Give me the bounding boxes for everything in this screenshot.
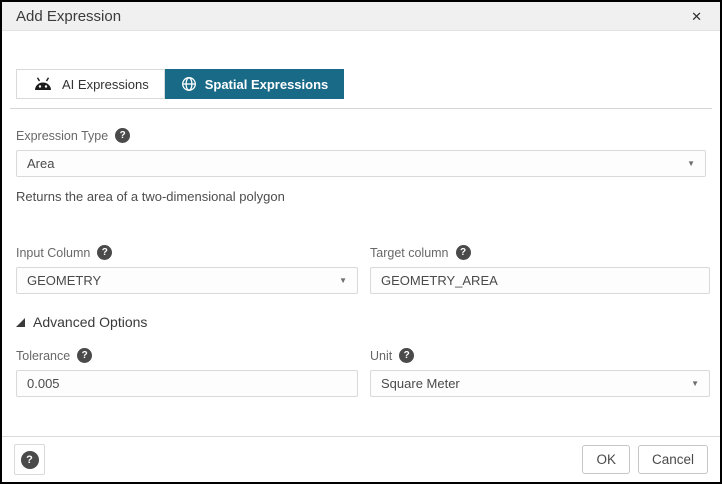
column-fields-row: Input Column ? GEOMETRY ▼ Target column … — [16, 245, 706, 294]
help-icon[interactable]: ? — [456, 245, 471, 260]
expression-description: Returns the area of a two-dimensional po… — [16, 189, 706, 204]
cancel-button[interactable]: Cancel — [638, 445, 708, 474]
advanced-options-label: Advanced Options — [33, 314, 147, 330]
ok-button[interactable]: OK — [582, 445, 630, 474]
chevron-down-icon: ▼ — [687, 159, 695, 168]
unit-field: Unit ? Square Meter ▼ — [370, 348, 710, 397]
expression-tabs: AI Expressions Spatial Expressions — [16, 69, 706, 99]
dialog-footer: ? OK Cancel — [2, 436, 720, 482]
expression-type-select[interactable]: Area ▼ — [16, 150, 706, 177]
help-icon[interactable]: ? — [97, 245, 112, 260]
ai-robot-icon — [32, 77, 54, 91]
tab-label: Spatial Expressions — [205, 77, 329, 92]
help-icon[interactable]: ? — [77, 348, 92, 363]
tolerance-input[interactable] — [16, 370, 358, 397]
help-icon[interactable]: ? — [115, 128, 130, 143]
advanced-fields-row: Tolerance ? Unit ? Square Meter ▼ — [16, 348, 706, 397]
input-column-select[interactable]: GEOMETRY ▼ — [16, 267, 358, 294]
unit-label: Unit — [370, 349, 392, 363]
tab-ai-expressions[interactable]: AI Expressions — [16, 69, 165, 99]
expression-type-value: Area — [27, 156, 54, 171]
dialog-titlebar: Add Expression ✕ — [2, 2, 720, 31]
help-icon: ? — [21, 451, 39, 469]
footer-actions: OK Cancel — [582, 445, 708, 474]
tab-label: AI Expressions — [62, 77, 149, 92]
globe-icon — [181, 76, 197, 92]
expression-type-field: Expression Type ? Area ▼ — [16, 128, 706, 177]
tolerance-label: Tolerance — [16, 349, 70, 363]
dialog-body: AI Expressions Spatial Expressions Expre… — [2, 31, 720, 436]
input-column-value: GEOMETRY — [27, 273, 101, 288]
input-column-field: Input Column ? GEOMETRY ▼ — [16, 245, 358, 294]
add-expression-dialog: Add Expression ✕ AI Expressions — [0, 0, 722, 484]
target-column-field: Target column ? — [370, 245, 710, 294]
help-button[interactable]: ? — [14, 444, 45, 475]
tolerance-field: Tolerance ? — [16, 348, 358, 397]
advanced-options-toggle[interactable]: Advanced Options — [16, 314, 706, 330]
unit-value: Square Meter — [381, 376, 460, 391]
chevron-down-icon: ▼ — [339, 276, 347, 285]
close-icon[interactable]: ✕ — [687, 8, 706, 25]
target-column-label: Target column — [370, 246, 449, 260]
unit-select[interactable]: Square Meter ▼ — [370, 370, 710, 397]
collapse-triangle-icon — [16, 318, 25, 327]
expression-type-label: Expression Type — [16, 129, 108, 143]
chevron-down-icon: ▼ — [691, 379, 699, 388]
input-column-label: Input Column — [16, 246, 90, 260]
tabs-divider — [10, 108, 712, 109]
tab-spatial-expressions[interactable]: Spatial Expressions — [165, 69, 345, 99]
target-column-input[interactable] — [370, 267, 710, 294]
help-icon[interactable]: ? — [399, 348, 414, 363]
dialog-title: Add Expression — [16, 8, 121, 25]
